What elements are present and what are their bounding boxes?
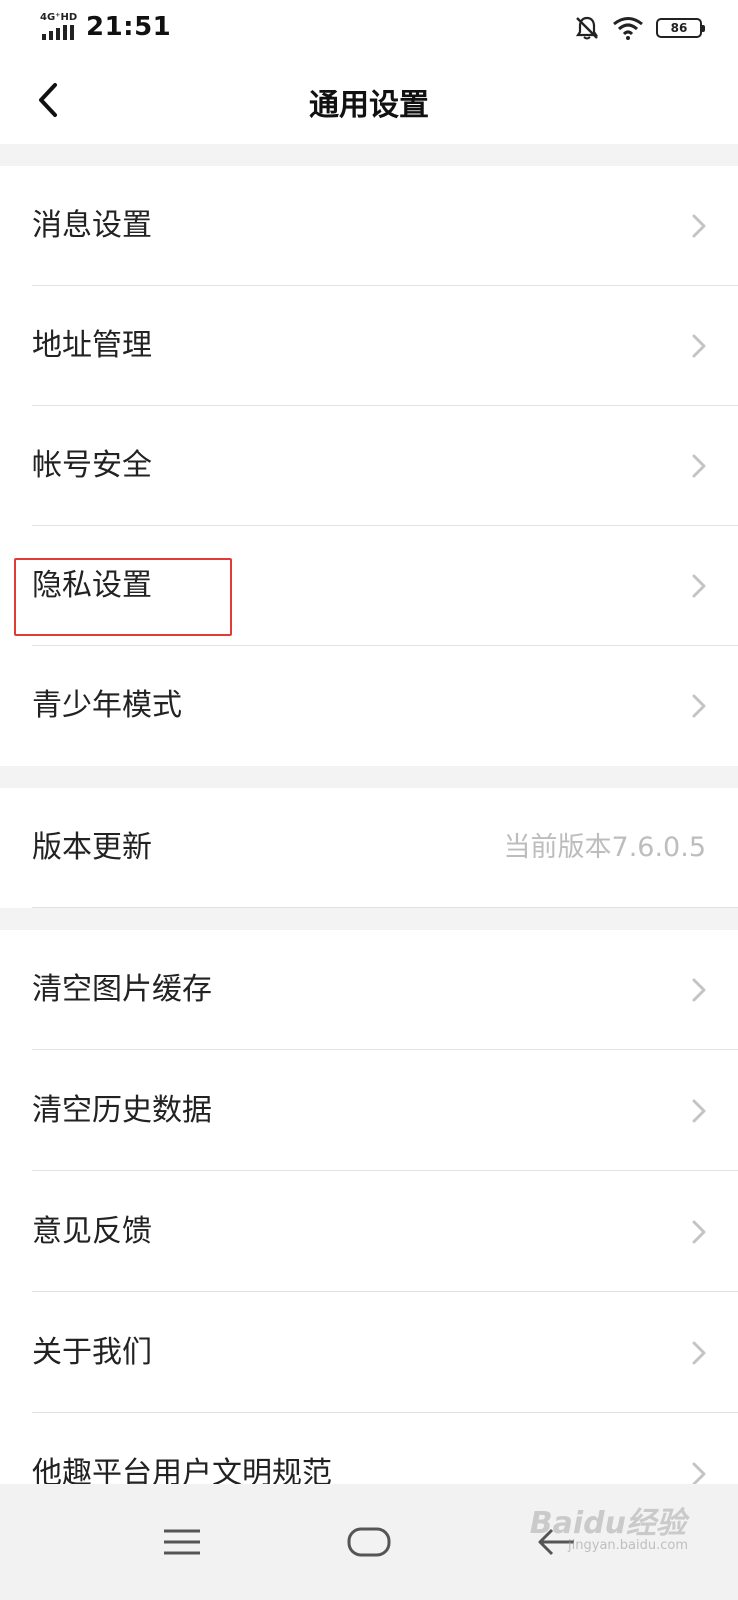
item-label: 版本更新 — [32, 830, 152, 865]
watermark-url: jingyan.baidu.com — [568, 1538, 688, 1553]
settings-item-address[interactable]: 地址管理 — [0, 286, 738, 406]
section-gap — [0, 144, 738, 166]
divider — [32, 1291, 738, 1292]
chevron-right-icon — [692, 694, 706, 718]
menu-button[interactable] — [142, 1502, 222, 1582]
divider — [32, 1049, 738, 1050]
settings-item-messages[interactable]: 消息设置 — [0, 166, 738, 286]
watermark-logo: Baidu经验 — [529, 1506, 686, 1541]
section-gap — [0, 908, 738, 930]
item-label: 关于我们 — [32, 1335, 152, 1370]
settings-item-teen-mode[interactable]: 青少年模式 — [0, 646, 738, 766]
current-version-text: 当前版本7.6.0.5 — [503, 832, 706, 863]
signal-icon — [42, 25, 74, 40]
chevron-right-icon — [692, 978, 706, 1002]
item-label: 清空历史数据 — [32, 1093, 212, 1128]
settings-item-clear-image-cache[interactable]: 清空图片缓存 — [0, 930, 738, 1050]
section-gap — [0, 766, 738, 788]
settings-item-account-security[interactable]: 帐号安全 — [0, 406, 738, 526]
settings-item-feedback[interactable]: 意见反馈 — [0, 1172, 738, 1292]
menu-icon — [164, 1529, 200, 1555]
item-label: 地址管理 — [32, 328, 152, 363]
chevron-right-icon — [692, 334, 706, 358]
status-time: 21:51 — [86, 12, 172, 42]
settings-item-clear-history[interactable]: 清空历史数据 — [0, 1051, 738, 1171]
chevron-right-icon — [692, 1341, 706, 1365]
home-icon — [347, 1527, 391, 1557]
battery-level: 86 — [670, 21, 688, 35]
settings-item-about-us[interactable]: 关于我们 — [0, 1293, 738, 1413]
mute-bell-icon — [575, 16, 599, 40]
highlight-box — [14, 558, 232, 636]
item-label: 意见反馈 — [32, 1214, 152, 1249]
header: 通用设置 — [0, 56, 738, 144]
chevron-right-icon — [692, 454, 706, 478]
divider — [32, 1412, 738, 1413]
item-label: 清空图片缓存 — [32, 972, 212, 1007]
item-label: 青少年模式 — [32, 688, 182, 723]
status-bar: 4G⁺HD 21:51 86 — [0, 0, 738, 56]
chevron-right-icon — [692, 574, 706, 598]
chevron-right-icon — [692, 214, 706, 238]
chevron-right-icon — [692, 1099, 706, 1123]
battery-icon: 86 — [656, 18, 705, 38]
wifi-icon — [613, 17, 643, 40]
status-icons: 86 — [574, 14, 705, 42]
divider — [32, 1170, 738, 1171]
settings-item-version-update[interactable]: 版本更新 当前版本7.6.0.5 — [0, 788, 738, 908]
chevron-right-icon — [692, 1220, 706, 1244]
item-label: 消息设置 — [32, 208, 152, 243]
home-button[interactable] — [329, 1502, 409, 1582]
item-label: 帐号安全 — [32, 448, 152, 483]
page-title: 通用设置 — [309, 88, 429, 123]
